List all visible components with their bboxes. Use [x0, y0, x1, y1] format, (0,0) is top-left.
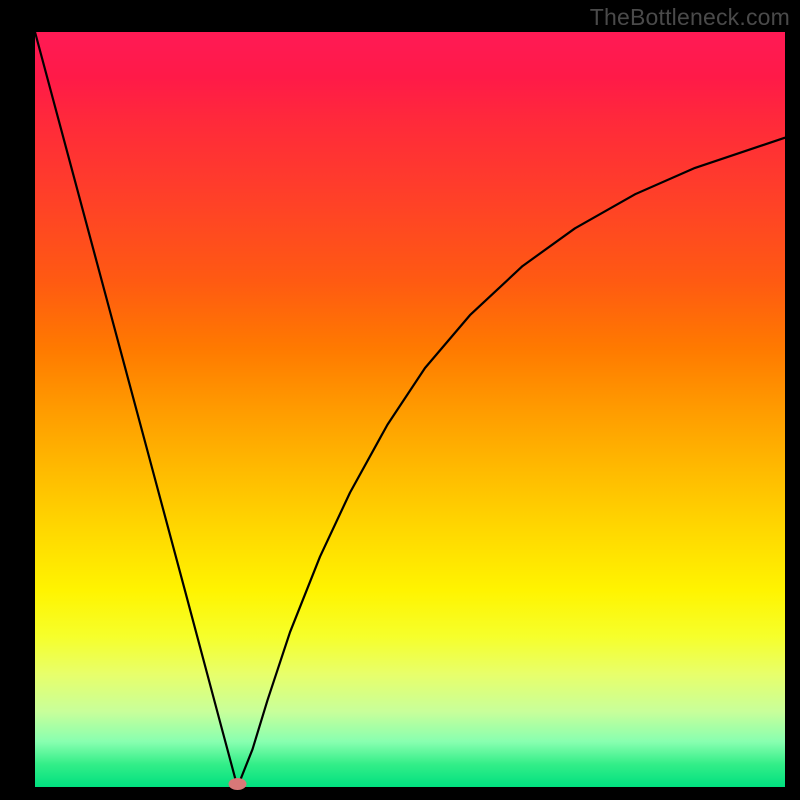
- watermark-text: TheBottleneck.com: [590, 4, 790, 31]
- chart-frame: TheBottleneck.com: [0, 0, 800, 800]
- plot-area: [35, 32, 785, 787]
- curve-layer: [35, 32, 785, 787]
- min-point-marker: [229, 778, 247, 790]
- bottleneck-curve: [35, 32, 785, 787]
